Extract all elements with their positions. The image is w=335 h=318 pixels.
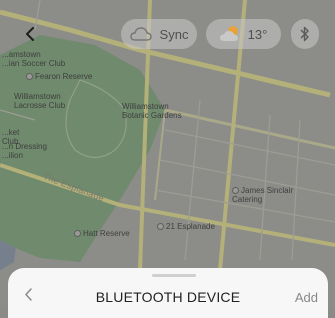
add-button[interactable]: Add (295, 290, 318, 305)
back-button[interactable] (16, 19, 44, 49)
map-label-dressing-pavilion: ...n Dressing ...ilion (2, 142, 47, 160)
bluetooth-device-sheet: BLUETOOTH DEVICE Add (8, 268, 328, 318)
poi-pin-icon (232, 187, 239, 194)
map-label-hatt-reserve: Hatt Reserve (74, 229, 130, 238)
map-label-botanic-gardens: Williamstown Botanic Gardens (122, 102, 182, 120)
partly-cloudy-icon (219, 26, 238, 41)
map-label-james-sinclair: James Sinclair Catering (232, 186, 294, 204)
chevron-left-icon (26, 27, 34, 41)
map-label-21-esplanade: 21 Esplanade (157, 222, 215, 231)
bluetooth-icon (300, 26, 309, 42)
map-label-fearon-reserve: Fearon Reserve (26, 72, 92, 81)
sheet-drag-handle[interactable] (152, 274, 196, 277)
poi-pin-icon (74, 230, 81, 237)
sync-label: Sync (159, 26, 189, 42)
poi-pin-icon (157, 223, 164, 230)
map-label-soccer-club: ...amstown ...ian Soccer Club (2, 50, 66, 68)
cloud-sync-icon (129, 27, 152, 41)
sync-button[interactable]: Sync (121, 19, 197, 49)
weather-button[interactable]: 13° (206, 19, 281, 49)
sheet-title: BLUETOOTH DEVICE (95, 289, 241, 305)
weather-temperature: 13° (247, 26, 268, 42)
map-label-lacrosse-club: Williamstown Lacrosse Club (14, 92, 66, 110)
bluetooth-button[interactable] (291, 19, 319, 49)
poi-pin-icon (26, 73, 33, 80)
